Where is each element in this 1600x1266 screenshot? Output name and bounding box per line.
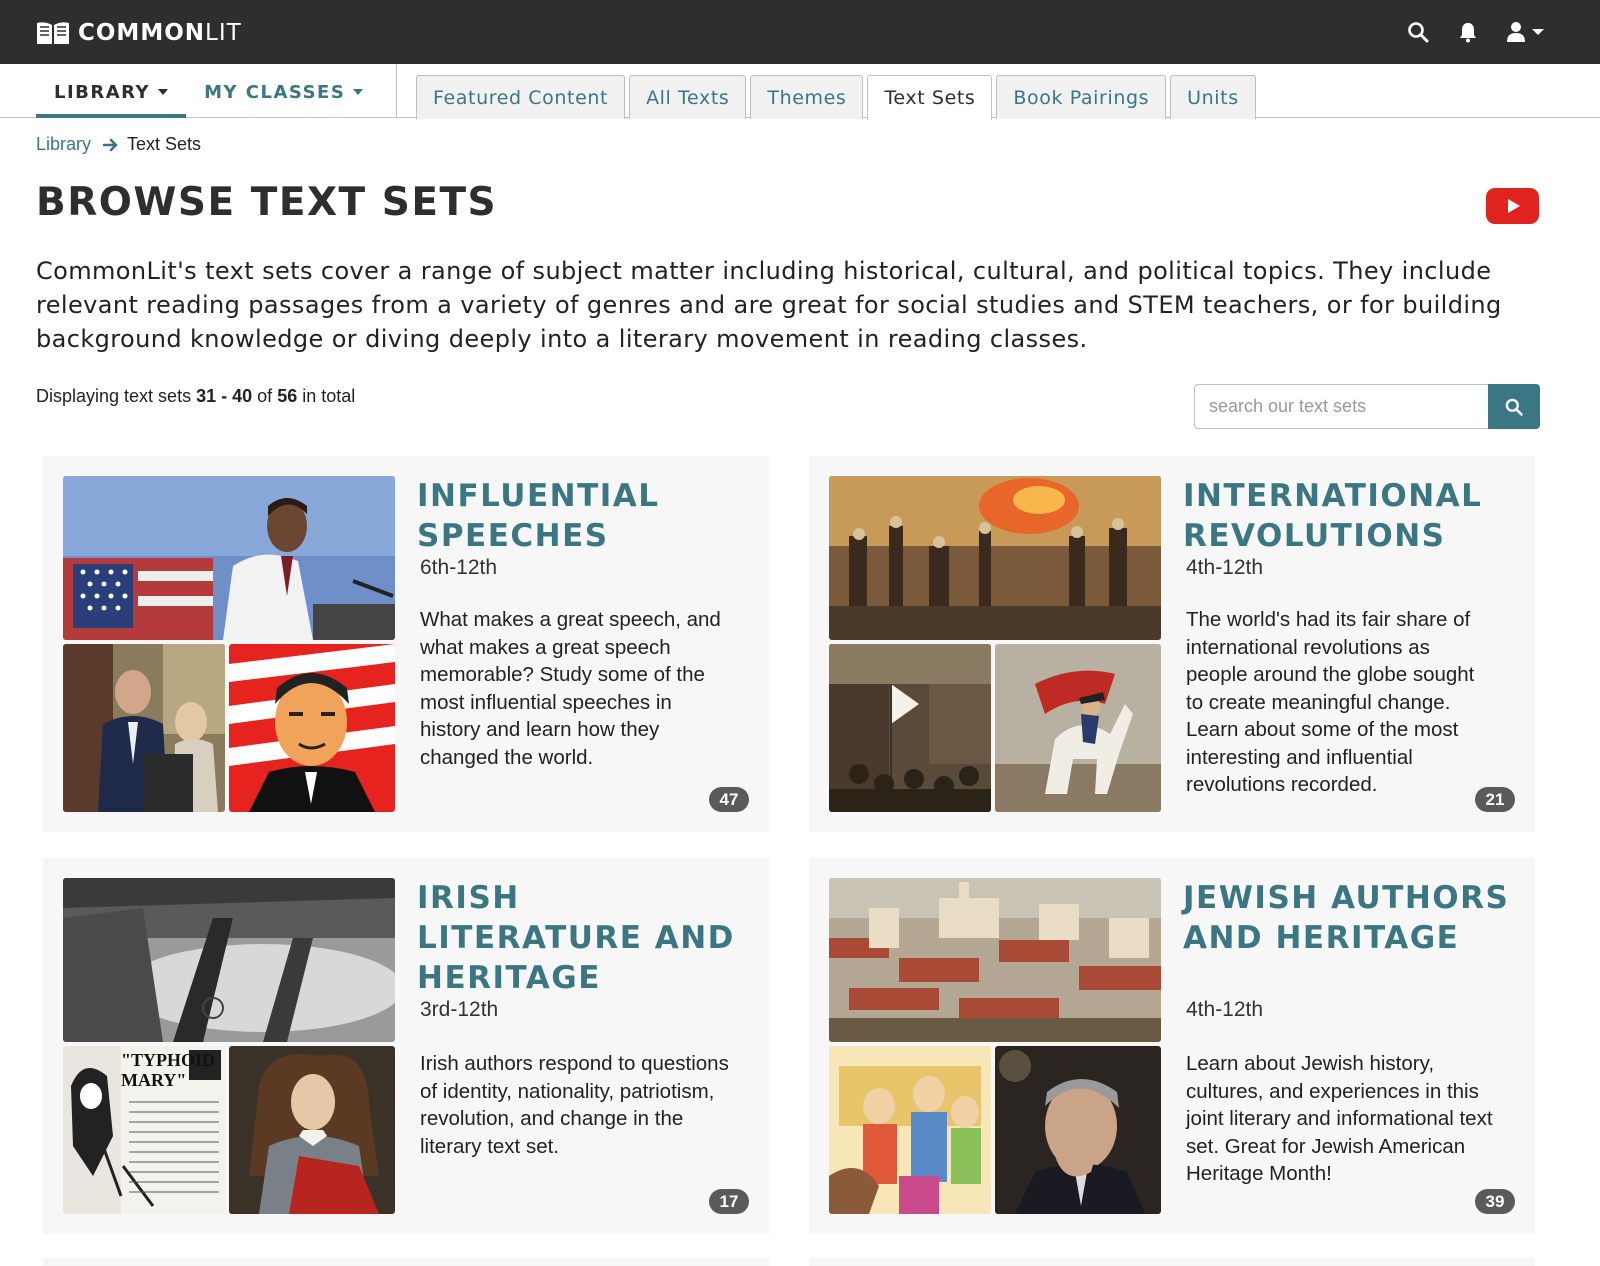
result-count-total: 56 (277, 386, 298, 406)
tab-text-sets[interactable]: Text Sets (867, 75, 993, 120)
card-image (229, 644, 395, 812)
user-menu[interactable] (1506, 21, 1544, 43)
typhoid-mary-headline: "TYPHOID MARY" (121, 1050, 215, 1090)
card-grade-range: 4th-12th (1186, 998, 1264, 1021)
card-image (63, 476, 395, 640)
card-image (63, 644, 225, 812)
breadcrumb-current: Text Sets (127, 134, 202, 154)
nav-my-classes[interactable]: MY CLASSES (186, 66, 381, 118)
card-title[interactable]: INTERNATIONAL REVOLUTIONS (1183, 476, 1513, 556)
text-count-badge: 39 (1475, 1189, 1515, 1214)
card-title[interactable]: JEWISH AUTHORS AND HERITAGE (1183, 878, 1513, 958)
search-button[interactable] (1488, 384, 1540, 429)
result-count: Displaying text sets 31 - 40 of 56 in to… (36, 386, 355, 407)
library-nav: LIBRARY MY CLASSES Featured Content All … (0, 64, 1600, 120)
card-grade-range: 4th-12th (1186, 556, 1264, 579)
text-count-badge: 21 (1475, 787, 1515, 812)
text-count-badge: 17 (709, 1189, 749, 1214)
library-tabs: Featured Content All Texts Themes Text S… (416, 75, 1260, 120)
brand-name-light: LIT (205, 20, 242, 46)
search-icon (1505, 398, 1523, 416)
tab-units[interactable]: Units (1170, 75, 1256, 119)
result-count-of: of (257, 386, 273, 406)
arrow-right-icon (103, 138, 118, 151)
result-count-suffix: in total (302, 386, 356, 406)
tab-featured-content[interactable]: Featured Content (416, 75, 626, 119)
header-actions (1380, 20, 1544, 44)
card-image (995, 644, 1161, 812)
card-image (229, 1046, 395, 1214)
result-count-prefix: Displaying text sets (36, 386, 192, 406)
result-count-range: 31 - 40 (196, 386, 253, 406)
card-image (829, 644, 991, 812)
card-description: The world's had its fair share of intern… (1186, 608, 1475, 796)
user-icon (1507, 22, 1525, 42)
text-set-search (1194, 384, 1540, 429)
open-book-icon (37, 22, 69, 44)
chevron-down-icon (1532, 29, 1544, 35)
play-icon (1508, 199, 1520, 213)
card-image (829, 476, 1161, 640)
card-description: Learn about Jewish history, cultures, an… (1186, 1052, 1493, 1185)
nav-divider (396, 64, 397, 118)
card-image-collage: "TYPHOID MARY" (63, 878, 395, 1214)
card-image-collage (829, 476, 1161, 812)
tab-book-pairings[interactable]: Book Pairings (996, 75, 1167, 119)
card-image (63, 878, 395, 1042)
nav-library[interactable]: LIBRARY (36, 66, 187, 118)
card-grade-range: 3rd-12th (420, 998, 499, 1021)
next-card-peek (43, 1258, 769, 1266)
bell-icon[interactable] (1456, 20, 1480, 44)
tab-themes[interactable]: Themes (750, 75, 864, 119)
card-image: "TYPHOID MARY" (63, 1046, 225, 1214)
card-title[interactable]: IRISH LITERATURE AND HERITAGE (417, 878, 747, 998)
chevron-down-icon (158, 89, 169, 95)
text-set-card-influential-speeches[interactable]: INFLUENTIAL SPEECHES 6th-12th What makes… (43, 456, 769, 832)
breadcrumb-library-link[interactable]: Library (36, 134, 91, 155)
tab-all-texts[interactable]: All Texts (629, 75, 747, 119)
card-description: What makes a great speech, and what make… (420, 608, 721, 769)
text-set-card-irish-literature[interactable]: "TYPHOID MARY" IRISH LITERATURE AND HERI… (43, 858, 769, 1234)
page-title: BROWSE TEXT SETS (36, 180, 498, 225)
commonlit-logo[interactable]: COMMONLIT (36, 18, 242, 48)
brand-name: COMMONLIT (78, 20, 242, 46)
card-image (829, 1046, 991, 1214)
top-bar: COMMONLIT (0, 0, 1600, 64)
nav-my-classes-label: MY CLASSES (204, 81, 346, 103)
card-image-collage (829, 878, 1161, 1214)
brand-name-bold: COMMON (78, 20, 206, 46)
card-image-collage (63, 476, 395, 812)
search-icon[interactable] (1406, 20, 1430, 44)
card-image (829, 878, 1161, 1042)
intro-paragraph: CommonLit's text sets cover a range of s… (36, 257, 1502, 353)
card-image (995, 1046, 1161, 1214)
next-card-peek (809, 1258, 1535, 1266)
chevron-down-icon (353, 89, 364, 95)
main-nav: LIBRARY MY CLASSES (36, 64, 381, 118)
breadcrumb: Library Text Sets (36, 134, 201, 155)
youtube-video-button[interactable] (1486, 188, 1539, 224)
card-title[interactable]: INFLUENTIAL SPEECHES (417, 476, 747, 556)
text-set-card-international-revolutions[interactable]: INTERNATIONAL REVOLUTIONS 4th-12th The w… (809, 456, 1535, 832)
card-description: Irish authors respond to questions of id… (420, 1052, 729, 1158)
text-set-card-jewish-authors[interactable]: JEWISH AUTHORS AND HERITAGE 4th-12th Lea… (809, 858, 1535, 1234)
search-input[interactable] (1194, 384, 1488, 429)
text-count-badge: 47 (709, 787, 749, 812)
card-grade-range: 6th-12th (420, 556, 498, 579)
nav-library-label: LIBRARY (54, 81, 151, 103)
